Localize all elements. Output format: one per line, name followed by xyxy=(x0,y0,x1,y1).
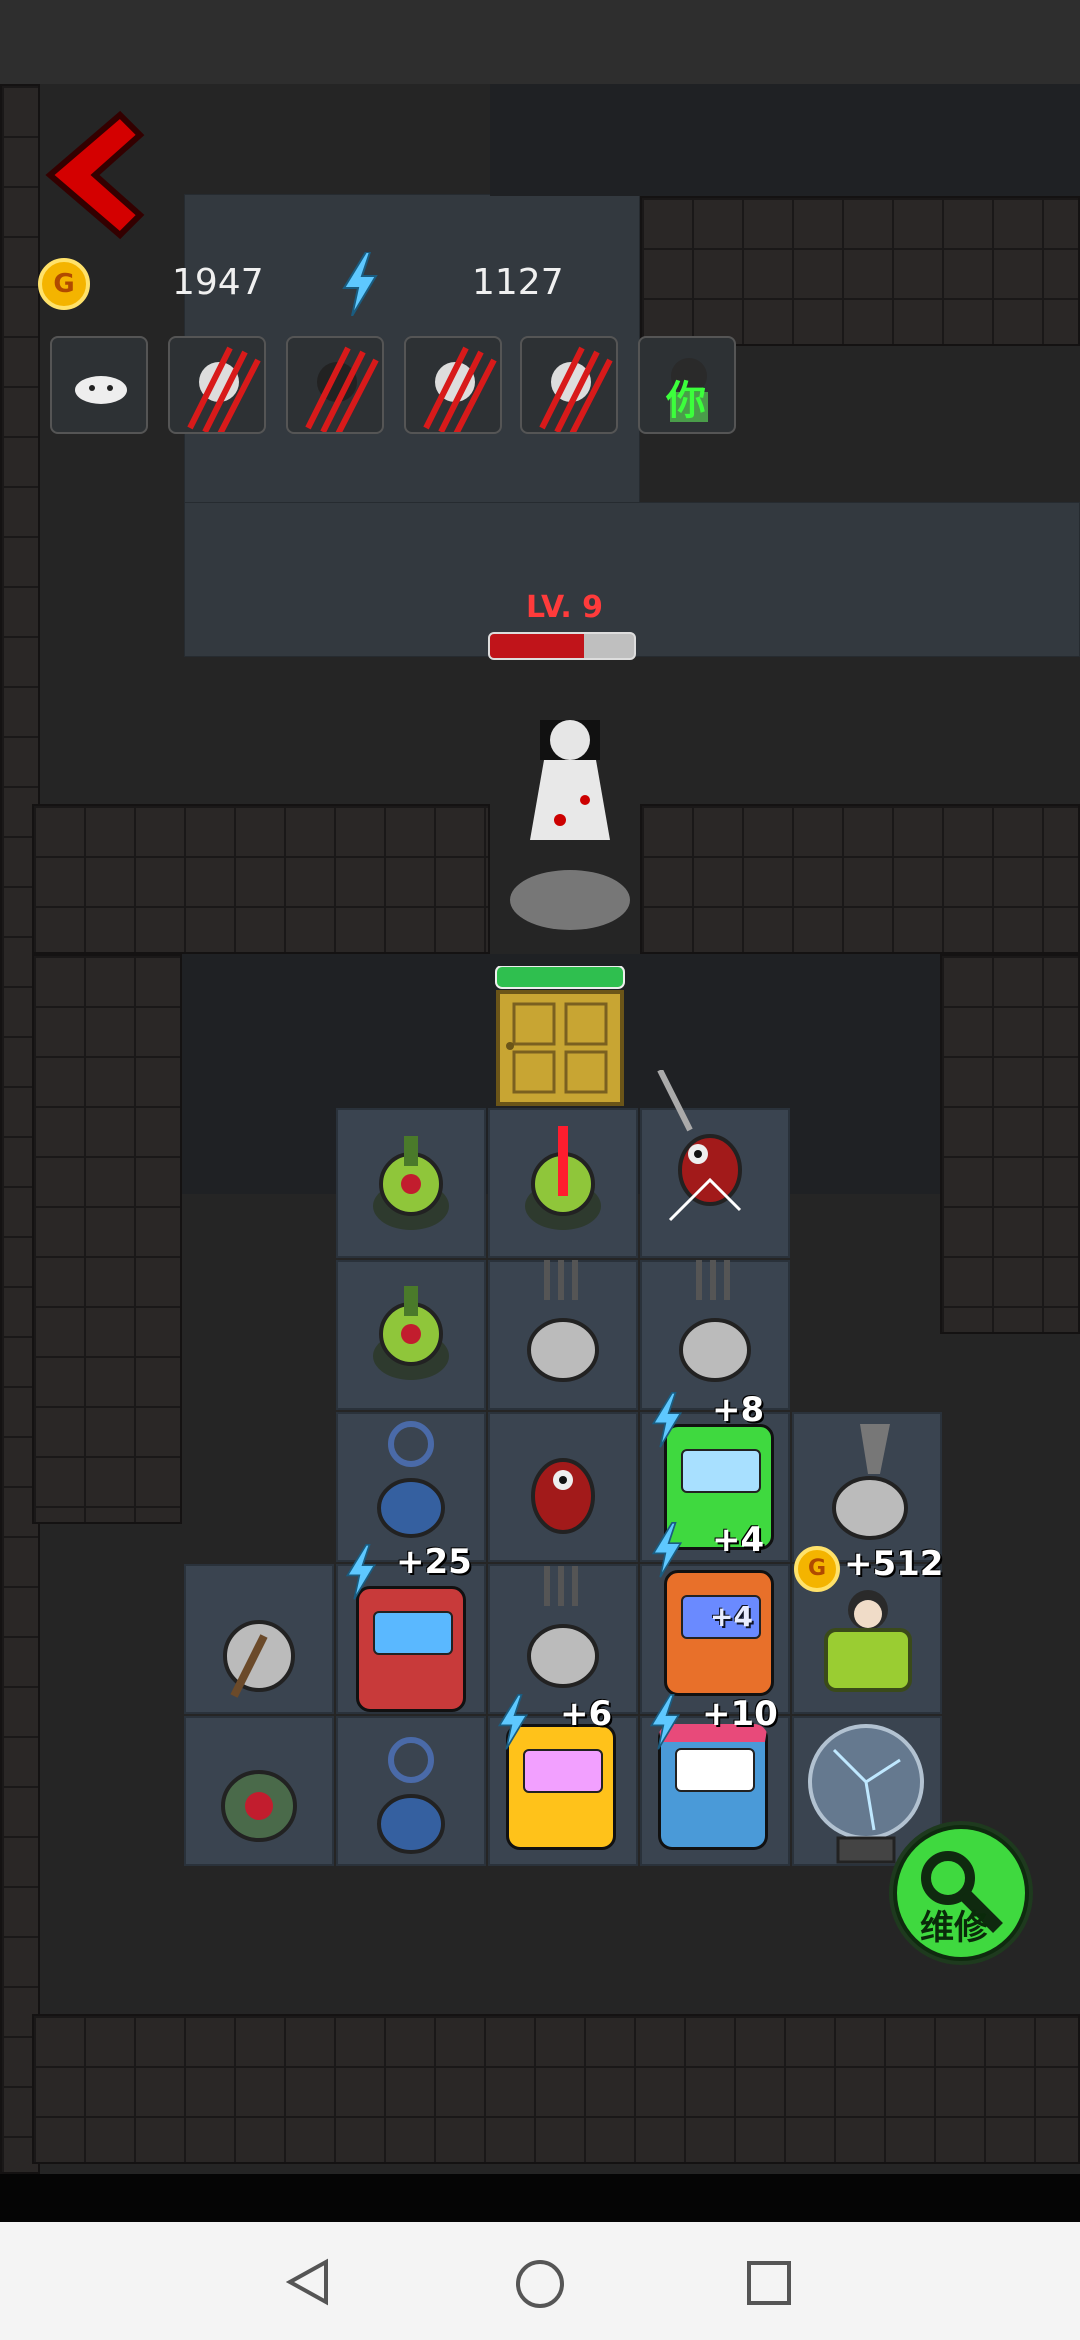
green-turret[interactable] xyxy=(366,1276,456,1386)
machine-screen xyxy=(523,1749,603,1793)
machine-screen xyxy=(675,1748,755,1792)
machine-screen xyxy=(681,1449,761,1493)
arcade-orange[interactable] xyxy=(664,1570,774,1696)
sleeping-player-bed[interactable] xyxy=(818,1580,918,1700)
green-turret[interactable] xyxy=(366,1126,456,1236)
player-slot-you: 你 xyxy=(638,336,736,434)
corridor-dark xyxy=(490,84,1080,196)
wall-top-right xyxy=(640,196,1080,346)
wall-row-left xyxy=(32,804,490,954)
lightning-icon xyxy=(651,1392,683,1448)
lightning-icon xyxy=(497,1694,529,1750)
energy-count: 1127 xyxy=(472,262,564,303)
energy-badge-inner: +4 xyxy=(710,1600,753,1633)
energy-badge: +25 xyxy=(396,1542,472,1582)
back-arrow-icon[interactable] xyxy=(40,110,150,240)
claw-marks-icon xyxy=(187,346,261,432)
system-navigation-bar xyxy=(0,2222,1080,2340)
player-slot-clawed xyxy=(520,336,618,434)
arcade-red[interactable] xyxy=(356,1586,466,1712)
golden-door[interactable] xyxy=(494,966,626,1106)
blue-key-turret[interactable] xyxy=(366,1736,456,1856)
enemy-hp-fill xyxy=(490,634,584,658)
enemy-level: LV. 9 xyxy=(526,590,604,625)
wall-bottom xyxy=(32,2014,1080,2164)
energy-badge: +8 xyxy=(712,1390,765,1430)
fork-bucket[interactable] xyxy=(670,1260,760,1386)
fork-bucket[interactable] xyxy=(518,1566,608,1692)
lightning-icon xyxy=(342,252,378,316)
player-slot-clawed xyxy=(404,336,502,434)
red-green-turret[interactable] xyxy=(214,1750,304,1850)
player-slot-clawed xyxy=(286,336,384,434)
you-label: 你 xyxy=(666,378,706,424)
energy-badge: +6 xyxy=(560,1694,613,1734)
repair-label: 维修 xyxy=(920,1908,988,1948)
machine-screen xyxy=(373,1611,453,1655)
blue-key-turret[interactable] xyxy=(366,1420,456,1540)
bottom-band xyxy=(0,2174,1080,2222)
wall-column-left xyxy=(32,954,182,1524)
triangle-back-icon[interactable] xyxy=(286,2258,330,2306)
lightning-icon xyxy=(651,1522,683,1578)
green-turret[interactable] xyxy=(518,1126,608,1236)
coin-badge: +512 xyxy=(844,1544,944,1584)
player-slot-clawed xyxy=(168,336,266,434)
lightning-icon xyxy=(345,1544,377,1600)
energy-badge: +10 xyxy=(702,1694,778,1734)
circle-home-icon[interactable] xyxy=(514,2258,566,2310)
red-eye-turret[interactable] xyxy=(518,1436,608,1546)
energy-badge: +4 xyxy=(712,1520,765,1560)
red-eye-turret[interactable] xyxy=(650,1070,760,1240)
coin-icon: G xyxy=(38,258,90,310)
enemy-hp-bar xyxy=(488,632,636,660)
claw-marks-icon xyxy=(423,346,497,432)
shovel-bucket[interactable] xyxy=(820,1424,920,1544)
coin-icon: G xyxy=(794,1546,840,1592)
square-recents-icon[interactable] xyxy=(746,2260,792,2306)
wall-column-right xyxy=(940,954,1080,1334)
claw-marks-icon xyxy=(305,346,379,432)
coin-count: 1947 xyxy=(172,262,264,303)
ghost-face-icon xyxy=(75,376,127,404)
lightning-icon xyxy=(649,1694,681,1750)
shovel-bucket[interactable] xyxy=(214,1596,304,1706)
wall-row-right xyxy=(640,804,1080,954)
player-slot-ghost xyxy=(50,336,148,434)
ghost-girl-enemy[interactable] xyxy=(500,700,640,940)
fork-bucket[interactable] xyxy=(518,1260,608,1386)
claw-marks-icon xyxy=(539,346,613,432)
status-bar xyxy=(0,0,1080,84)
